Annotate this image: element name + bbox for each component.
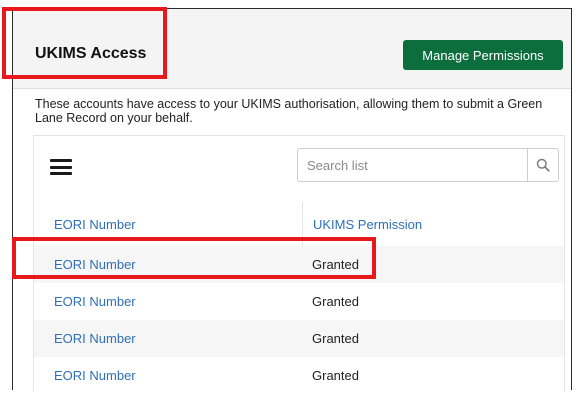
search-box bbox=[297, 148, 559, 182]
eori-link[interactable]: EORI Number bbox=[54, 294, 136, 309]
search-input[interactable] bbox=[299, 150, 527, 180]
search-button[interactable] bbox=[527, 149, 558, 181]
row-highlight-box bbox=[12, 237, 376, 279]
table-row: EORI Number Granted bbox=[34, 320, 564, 357]
table-row: EORI Number Granted bbox=[34, 357, 564, 394]
card-description: These accounts have access to your UKIMS… bbox=[35, 97, 543, 125]
permission-value: Granted bbox=[312, 368, 359, 383]
column-header-eori[interactable]: EORI Number bbox=[34, 217, 302, 232]
table-row: EORI Number Granted bbox=[34, 283, 564, 320]
hamburger-menu-icon[interactable] bbox=[50, 159, 72, 175]
permission-value: Granted bbox=[312, 294, 359, 309]
eori-link[interactable]: EORI Number bbox=[54, 331, 136, 346]
search-icon bbox=[536, 158, 550, 172]
accounts-table: EORI Number UKIMS Permission EORI Number… bbox=[34, 202, 564, 394]
permission-value: Granted bbox=[312, 331, 359, 346]
title-highlight-box bbox=[2, 7, 167, 79]
eori-link[interactable]: EORI Number bbox=[54, 368, 136, 383]
manage-permissions-button[interactable]: Manage Permissions bbox=[403, 40, 563, 70]
